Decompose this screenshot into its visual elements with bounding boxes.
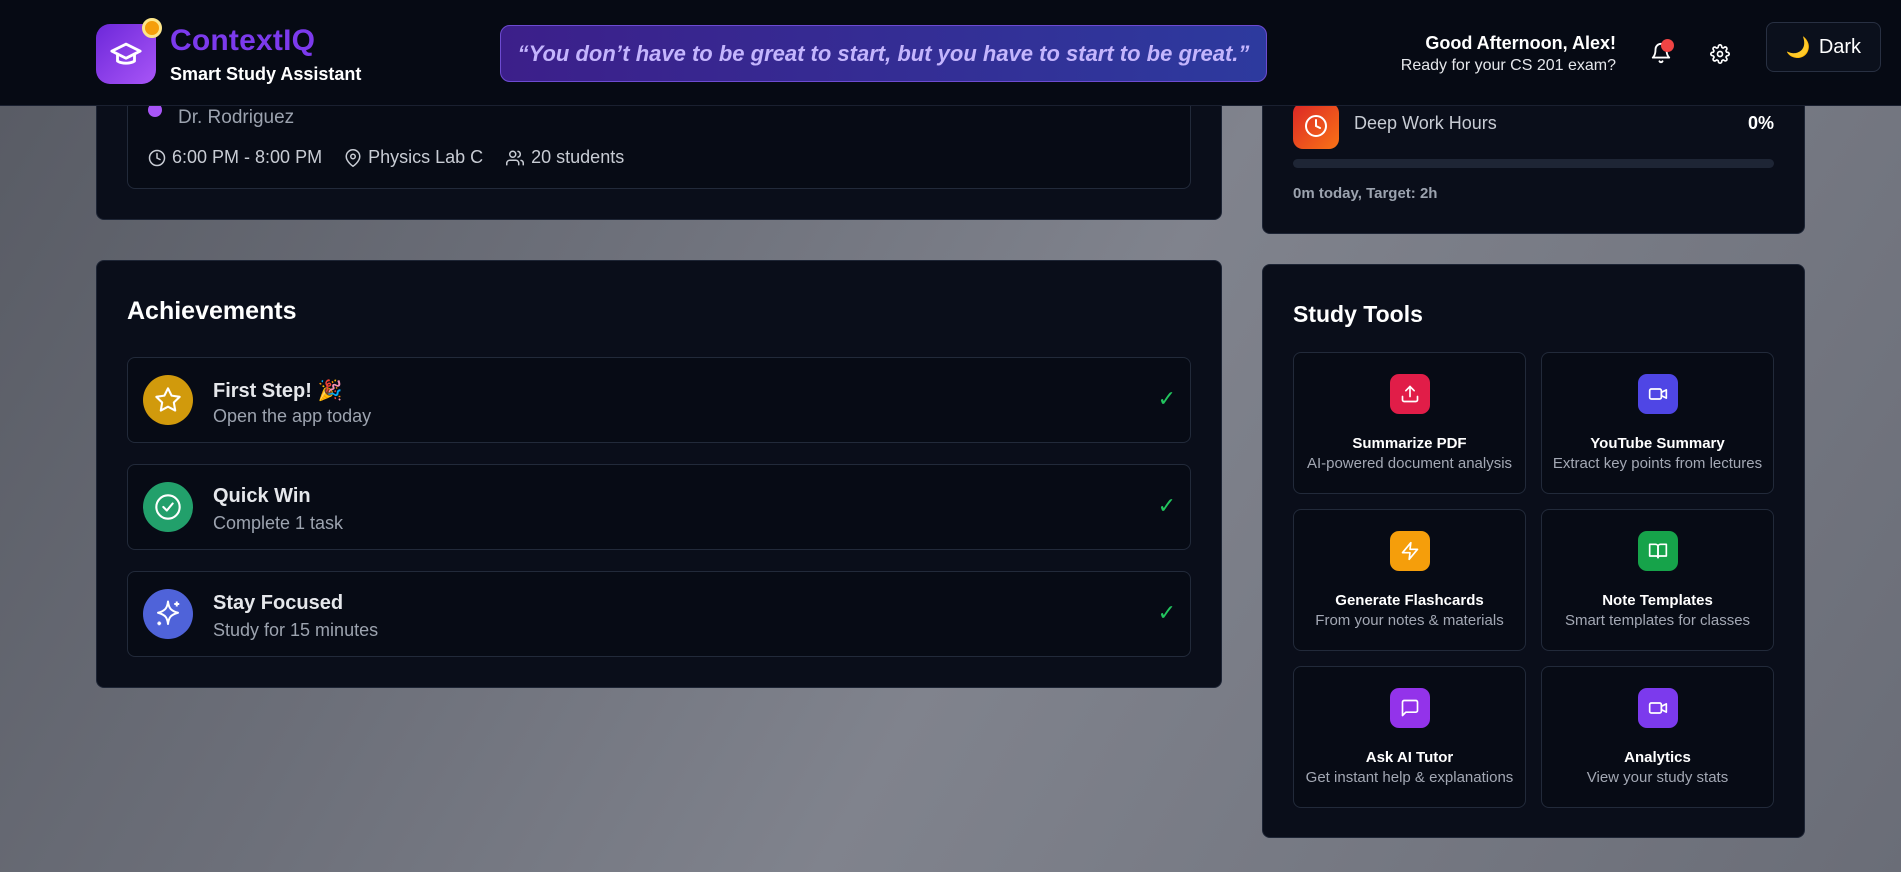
upload-icon xyxy=(1401,385,1419,403)
tool-analytics[interactable]: Analytics View your study stats xyxy=(1541,666,1774,808)
sparkle-icon xyxy=(157,600,180,626)
achievements-title: Achievements xyxy=(127,297,297,325)
tool-description: From your notes & materials xyxy=(1315,612,1504,629)
gear-icon xyxy=(1710,44,1730,64)
professor-name: Dr. Rodriguez xyxy=(178,107,295,128)
tool-ask-ai-tutor[interactable]: Ask AI Tutor Get instant help & explanat… xyxy=(1293,666,1526,808)
clock-icon xyxy=(148,149,166,166)
achievement-icon-box xyxy=(143,375,193,425)
achievement-check-icon: ✓ xyxy=(1157,600,1176,625)
tool-icon-box xyxy=(1390,531,1430,571)
tool-description: Extract key points from lectures xyxy=(1552,455,1763,472)
notifications-button[interactable] xyxy=(1646,38,1676,68)
video-icon xyxy=(1648,702,1668,714)
class-students-text: 20 students xyxy=(531,147,625,167)
tool-icon-box xyxy=(1638,688,1678,728)
deep-work-subtitle: 0m today, Target: 2h xyxy=(1293,185,1438,202)
brand-subtitle: Smart Study Assistant xyxy=(170,64,362,84)
achievement-item[interactable]: First Step! 🎉 Open the app today ✓ xyxy=(127,357,1191,443)
tool-summarize-pdf[interactable]: Summarize PDF AI-powered document analys… xyxy=(1293,352,1526,494)
tool-youtube-summary[interactable]: YouTube Summary Extract key points from … xyxy=(1541,352,1774,494)
tool-name: Generate Flashcards xyxy=(1335,592,1484,609)
check-circle-icon xyxy=(155,494,181,520)
theme-label: Dark xyxy=(1818,35,1862,58)
class-location-text: Physics Lab C xyxy=(368,147,484,167)
deep-work-progress-bar xyxy=(1293,159,1774,168)
app-logo[interactable] xyxy=(96,18,162,84)
class-students: 20 students xyxy=(505,147,624,168)
tool-name: Analytics xyxy=(1624,749,1691,766)
chat-icon xyxy=(1401,699,1419,717)
tool-note-templates[interactable]: Note Templates Smart templates for class… xyxy=(1541,509,1774,651)
theme-toggle-button[interactable]: 🌙 Dark xyxy=(1766,22,1881,72)
achievement-item[interactable]: Quick Win Complete 1 task ✓ xyxy=(127,464,1191,550)
motivational-quote: “You don’t have to be great to start, bu… xyxy=(500,25,1267,82)
achievement-title: Stay Focused xyxy=(213,592,344,614)
tool-description: AI-powered document analysis xyxy=(1306,455,1513,472)
graduation-cap-icon xyxy=(110,42,142,65)
class-meta: 6:00 PM - 8:00 PM Physics Lab C 20 stude… xyxy=(148,147,624,168)
notification-badge xyxy=(1661,39,1674,52)
tool-generate-flashcards[interactable]: Generate Flashcards From your notes & ma… xyxy=(1293,509,1526,651)
clock-icon xyxy=(1305,115,1327,137)
video-icon xyxy=(1648,388,1668,400)
study-tools-title: Study Tools xyxy=(1293,301,1423,327)
class-location: Physics Lab C xyxy=(344,147,483,168)
logo-status-dot xyxy=(142,18,162,38)
tool-icon-box xyxy=(1638,374,1678,414)
achievement-description: Open the app today xyxy=(213,406,372,426)
achievement-description: Study for 15 minutes xyxy=(213,620,379,640)
achievement-check-icon: ✓ xyxy=(1157,386,1176,411)
brand-name: ContextIQ xyxy=(170,24,316,57)
tool-name: YouTube Summary xyxy=(1590,435,1725,452)
achievement-title: First Step! 🎉 xyxy=(213,380,343,402)
tool-description: View your study stats xyxy=(1586,769,1729,786)
achievement-title: Quick Win xyxy=(213,485,311,507)
tool-description: Get instant help & explanations xyxy=(1305,769,1514,786)
star-icon xyxy=(155,387,181,412)
users-icon xyxy=(506,150,525,165)
tool-name: Note Templates xyxy=(1602,592,1713,609)
deep-work-icon-box xyxy=(1293,103,1339,149)
settings-button[interactable] xyxy=(1705,39,1735,69)
class-time-text: 6:00 PM - 8:00 PM xyxy=(172,147,323,167)
map-pin-icon xyxy=(345,148,361,167)
achievement-description: Complete 1 task xyxy=(213,513,344,533)
tool-icon-box xyxy=(1390,688,1430,728)
moon-icon: 🌙 xyxy=(1785,36,1811,59)
tool-name: Summarize PDF xyxy=(1352,435,1467,452)
achievement-icon-box xyxy=(143,589,193,639)
tool-name: Ask AI Tutor xyxy=(1365,749,1454,766)
deep-work-label: Deep Work Hours xyxy=(1354,113,1497,133)
lightning-icon xyxy=(1401,541,1419,561)
achievement-check-icon: ✓ xyxy=(1157,493,1176,518)
deep-work-percent: 0% xyxy=(1747,113,1774,133)
achievement-icon-box xyxy=(143,482,193,532)
book-icon xyxy=(1648,543,1668,559)
class-time: 6:00 PM - 8:00 PM xyxy=(148,147,322,168)
study-tools-card: Study Tools Summarize PDF AI-powered doc… xyxy=(1262,264,1805,838)
achievements-card: Achievements First Step! 🎉 Open the app … xyxy=(96,260,1222,688)
greeting-subtitle: Ready for your CS 201 exam? xyxy=(1400,57,1616,74)
greeting-title: Good Afternoon, Alex! xyxy=(1425,33,1616,53)
top-header: ContextIQ Smart Study Assistant “You don… xyxy=(0,0,1901,106)
tool-description: Smart templates for classes xyxy=(1564,612,1751,629)
tool-icon-box xyxy=(1390,374,1430,414)
achievement-item[interactable]: Stay Focused Study for 15 minutes ✓ xyxy=(127,571,1191,657)
tool-icon-box xyxy=(1638,531,1678,571)
